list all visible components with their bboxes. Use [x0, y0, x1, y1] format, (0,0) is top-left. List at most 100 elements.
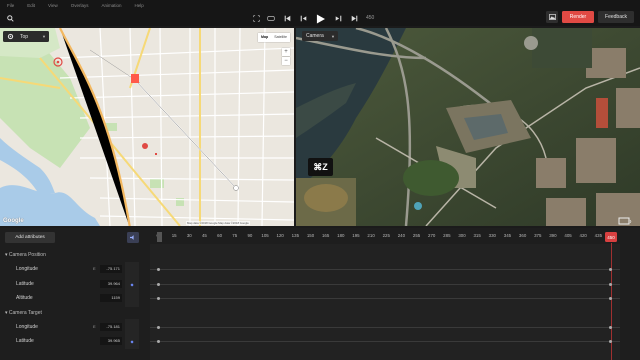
frame-counter: 450	[366, 15, 375, 21]
street-map	[0, 28, 294, 226]
feedback-button[interactable]: Feedback	[598, 11, 634, 23]
timeline-tick-label: 210	[367, 233, 375, 238]
map-view-dropdown[interactable]: Top ▼	[3, 31, 49, 42]
image-export-button[interactable]	[546, 11, 558, 23]
keyframe[interactable]	[157, 340, 160, 343]
search-icon[interactable]	[4, 11, 16, 26]
timeline-tick-label: 180	[337, 233, 345, 238]
keyframe-diamond-icon[interactable]: ◆	[127, 280, 137, 288]
timeline-tick-label: 345	[503, 233, 512, 238]
map-type-satellite[interactable]: Satellite	[271, 33, 290, 42]
camera-viewport[interactable]: Camera ▼	[296, 28, 640, 226]
timeline-tick-label: 225	[382, 233, 390, 238]
latitude-field[interactable]: 39.964	[100, 280, 122, 288]
skip-end-icon[interactable]	[348, 11, 360, 26]
image-icon	[548, 14, 556, 20]
end-frame-marker[interactable]: 450	[605, 232, 617, 242]
timeline-tick-label: 405	[564, 233, 572, 238]
shortcut-overlay: ⌘Z	[308, 158, 333, 176]
prop-label: Longitude	[16, 266, 38, 272]
menu-edit[interactable]: Edit	[27, 3, 35, 8]
timeline-tick-label: 390	[549, 233, 557, 238]
map-credit: Map data ©2018 Google Map data ©2018 Goo…	[186, 221, 250, 225]
gear-icon	[7, 33, 14, 40]
track-longitude[interactable]	[150, 269, 620, 270]
playhead-handle[interactable]	[157, 232, 162, 242]
loop-icon[interactable]	[265, 11, 277, 26]
keyframe-toggle-button[interactable]	[127, 232, 139, 243]
map-type-map[interactable]: Map	[258, 33, 271, 42]
step-back-icon[interactable]	[297, 11, 309, 26]
timeline-tick-label: 135	[291, 233, 300, 238]
zoom-out-button[interactable]: −	[282, 57, 290, 65]
keyframe[interactable]	[157, 268, 160, 271]
camera-view-label: Camera	[306, 33, 324, 39]
longitude-field[interactable]: -75.181	[100, 323, 122, 331]
timeline-tick-label: 75	[232, 233, 238, 238]
menu-overlays[interactable]: Overlays	[71, 3, 89, 8]
prop-label: Latitude	[16, 338, 34, 344]
chevron-down-icon: ▼	[42, 34, 46, 39]
keyframe[interactable]	[609, 268, 612, 271]
latitude-field[interactable]: 39.965	[100, 337, 122, 345]
chevron-down-icon: ▼	[331, 33, 335, 39]
fullscreen-icon[interactable]	[250, 11, 262, 26]
track-target-longitude[interactable]	[150, 327, 620, 328]
timeline-tick-label: 240	[397, 233, 406, 238]
map-viewport[interactable]: Top ▼ Map Satellite + − Google Map data …	[0, 28, 294, 226]
menu-view[interactable]: View	[48, 3, 58, 8]
keyframe-diamond-icon[interactable]: ◆	[127, 337, 137, 345]
keyframe[interactable]	[609, 340, 612, 343]
timeline-ruler[interactable]: 0015304560759010512013515016518019521022…	[150, 230, 620, 243]
map-view-label: Top	[20, 33, 29, 40]
menu-bar: File Edit View Overlays Animation Help	[0, 0, 640, 11]
prop-label: Latitude	[16, 281, 34, 287]
track-altitude[interactable]	[150, 298, 620, 299]
timeline-tick-label: 435	[594, 233, 603, 238]
keyframe[interactable]	[157, 283, 160, 286]
keyframe[interactable]	[609, 297, 612, 300]
altitude-field[interactable]: 1159	[100, 294, 122, 302]
group-camera-target[interactable]: ▾ Camera Target	[5, 310, 42, 316]
menu-help[interactable]: Help	[135, 3, 144, 8]
google-logo: Google	[3, 218, 24, 224]
timeline-tick-label: 60	[217, 233, 223, 238]
timeline-tracks[interactable]	[150, 244, 620, 360]
timeline-tick-label: 30	[186, 233, 192, 238]
timeline-tick-label: 360	[518, 233, 527, 238]
timeline-tick-label: 255	[412, 233, 421, 238]
timeline-tick-label: 90	[247, 233, 253, 238]
prop-label: Altitude	[16, 295, 33, 301]
menu-animation[interactable]: Animation	[101, 3, 121, 8]
keyframe[interactable]	[609, 326, 612, 329]
map-type-toggle: Map Satellite	[258, 33, 290, 42]
timeline-tick-label: 420	[579, 233, 587, 238]
keyframe[interactable]	[157, 326, 160, 329]
zoom-in-button[interactable]: +	[282, 48, 290, 56]
timeline-tick-label: 105	[261, 233, 269, 238]
camera-view-dropdown[interactable]: Camera ▼	[302, 31, 338, 41]
timeline-tick-label: 285	[443, 233, 451, 238]
play-icon[interactable]	[314, 11, 326, 26]
prop-prefix: E	[93, 266, 96, 271]
timeline-tick-label: 45	[201, 233, 207, 238]
keyframe[interactable]	[157, 297, 160, 300]
speaker-icon	[130, 235, 134, 240]
menu-file[interactable]: File	[7, 3, 14, 8]
render-button[interactable]: Render	[562, 11, 594, 23]
step-forward-icon[interactable]	[332, 11, 344, 26]
timeline-tick-label: 195	[352, 233, 360, 238]
group-camera-position[interactable]: ▾ Camera Position	[5, 252, 46, 258]
timeline-tick-label: 120	[276, 233, 284, 238]
prop-label: Longitude	[16, 324, 38, 330]
track-latitude[interactable]	[150, 284, 620, 285]
timeline-tick-label: 315	[473, 233, 481, 238]
keyframe[interactable]	[609, 283, 612, 286]
skip-start-icon[interactable]	[281, 11, 293, 26]
screen-icon[interactable]	[618, 213, 632, 225]
track-target-latitude[interactable]	[150, 341, 620, 342]
longitude-field[interactable]: -75.171	[100, 265, 122, 273]
timeline-tick-label: 165	[321, 233, 330, 238]
add-attributes-button[interactable]: Add attributes	[5, 232, 55, 243]
timeline-tick-label: 270	[428, 233, 436, 238]
